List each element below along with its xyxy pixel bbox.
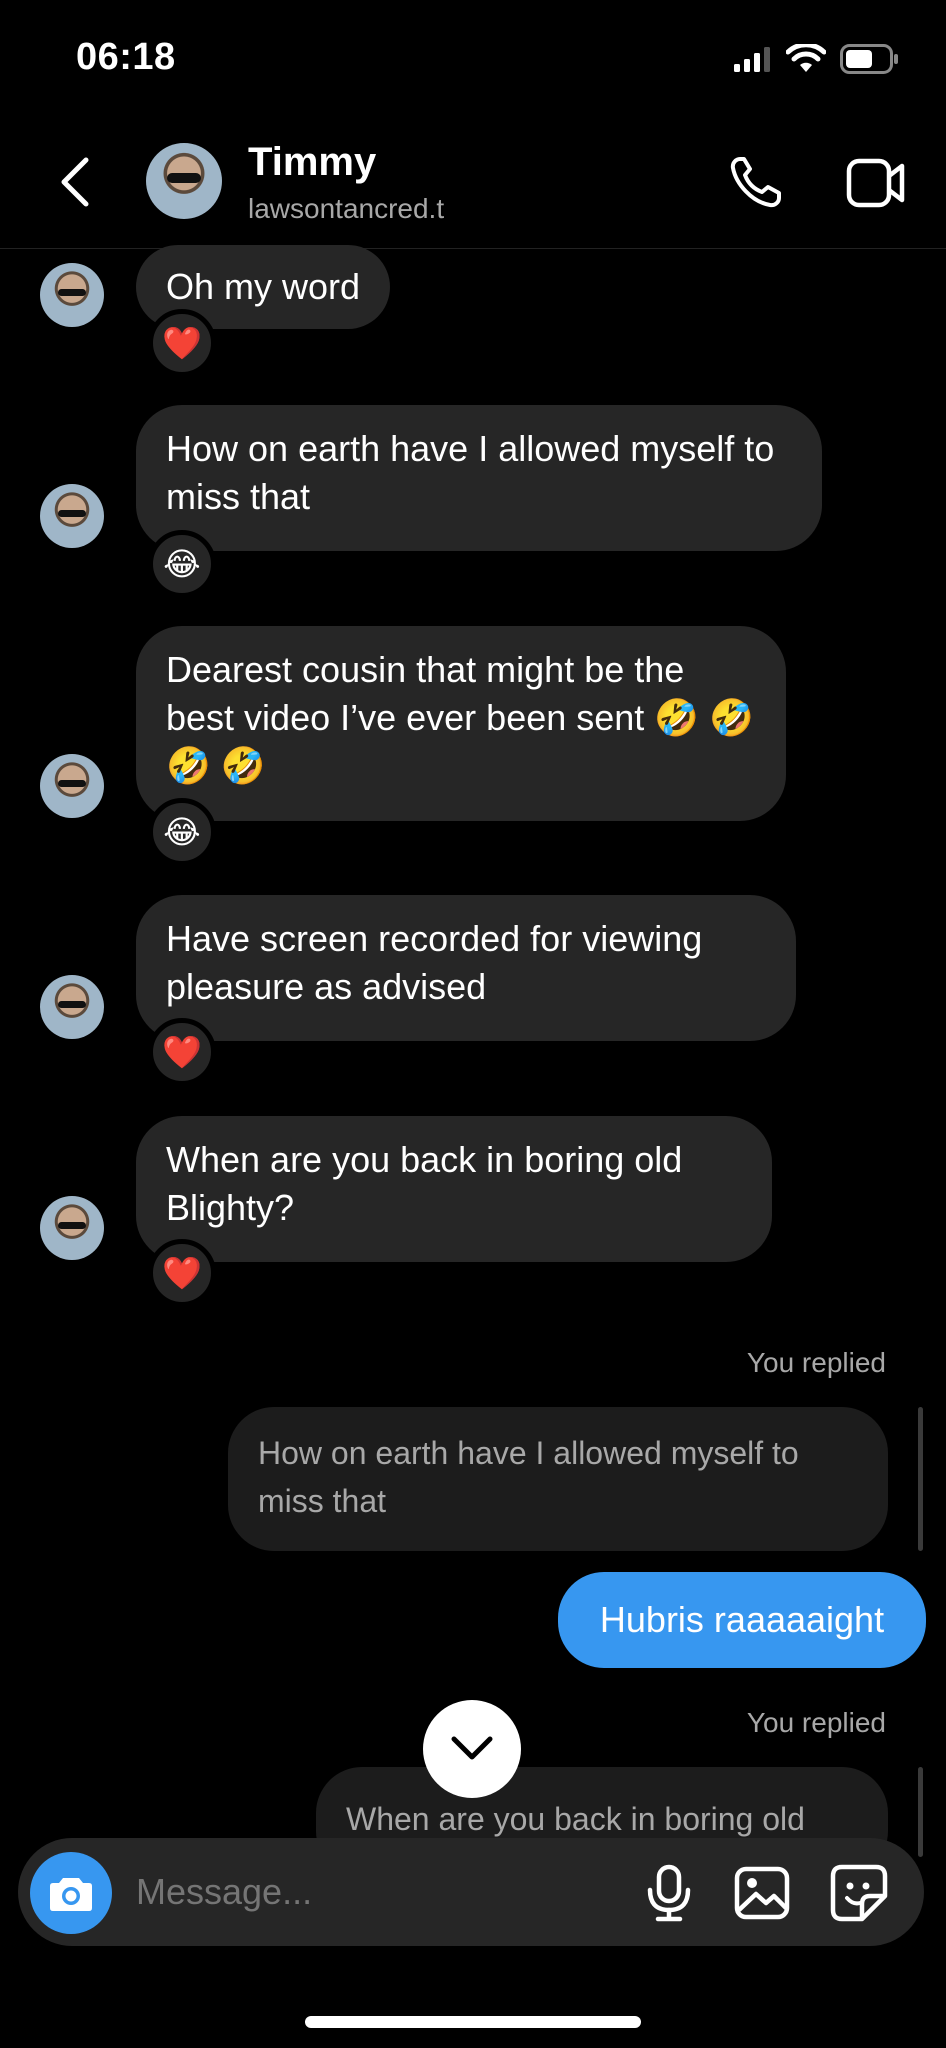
camera-icon <box>49 1874 93 1912</box>
quote-text: How on earth have I allowed myself to mi… <box>258 1435 799 1519</box>
contact-avatar[interactable] <box>146 143 222 219</box>
sent-message-text: Hubris raaaaaight <box>599 1599 885 1640</box>
chat-header <box>0 130 946 249</box>
wifi-icon <box>786 44 826 74</box>
status-time: 06:18 <box>76 36 176 78</box>
message-input[interactable] <box>136 1871 616 1913</box>
sender-avatar[interactable] <box>40 754 104 818</box>
sent-message-bubble[interactable]: Hubris raaaaaight <box>558 1572 926 1668</box>
sender-avatar[interactable] <box>40 484 104 548</box>
home-indicator[interactable] <box>305 2016 641 2028</box>
reaction-emoji: 😂 <box>163 814 201 850</box>
reply-quote[interactable]: How on earth have I allowed myself to mi… <box>228 1407 888 1551</box>
contact-name[interactable]: Timmy <box>248 140 376 185</box>
message-bubble[interactable]: Dearest cousin that might be the best vi… <box>136 626 786 821</box>
sticker-icon[interactable] <box>830 1864 888 1922</box>
reaction-badge[interactable]: ❤️ <box>148 1018 216 1086</box>
message-text: Oh my word <box>166 266 361 307</box>
battery-icon <box>840 44 900 74</box>
reaction-emoji: ❤️ <box>162 1255 202 1291</box>
scroll-to-bottom-button[interactable] <box>423 1700 521 1798</box>
reaction-badge[interactable]: 😂 <box>148 530 216 598</box>
reaction-badge[interactable]: ❤️ <box>148 1239 216 1307</box>
back-icon[interactable] <box>56 156 96 208</box>
replied-label: You replied <box>746 1347 886 1378</box>
video-icon[interactable] <box>846 158 906 208</box>
reaction-emoji: ❤️ <box>162 1034 202 1070</box>
reaction-emoji: ❤️ <box>162 325 202 361</box>
signal-icon <box>734 46 770 72</box>
message-text: When are you back in boring old Blighty? <box>166 1139 683 1228</box>
camera-button[interactable] <box>30 1852 112 1934</box>
message-text: How on earth have I allowed myself to mi… <box>166 428 775 517</box>
contact-handle: lawsontancred.t <box>248 193 445 224</box>
reaction-emoji: 😂 <box>163 546 201 582</box>
reply-rail <box>918 1407 923 1551</box>
sender-avatar[interactable] <box>40 975 104 1039</box>
reply-rail <box>918 1767 923 1857</box>
sender-avatar[interactable] <box>40 1196 104 1260</box>
reaction-badge[interactable]: ❤️ <box>148 309 216 377</box>
gallery-icon[interactable] <box>734 1866 790 1920</box>
message-bubble[interactable]: Have screen recorded for viewing pleasur… <box>136 895 796 1041</box>
phone-icon[interactable] <box>728 154 784 210</box>
reaction-badge[interactable]: 😂 <box>148 798 216 866</box>
chevron-down-icon <box>450 1735 494 1763</box>
replied-label: You replied <box>746 1707 886 1738</box>
message-bubble[interactable]: When are you back in boring old Blighty? <box>136 1116 772 1262</box>
sender-avatar[interactable] <box>40 263 104 327</box>
quote-text: When are you back in boring old <box>346 1801 805 1837</box>
microphone-icon[interactable] <box>646 1864 692 1922</box>
message-text: Dearest cousin that might be the best vi… <box>166 649 754 786</box>
message-text: Have screen recorded for viewing pleasur… <box>166 918 703 1007</box>
message-bubble[interactable]: How on earth have I allowed myself to mi… <box>136 405 822 551</box>
